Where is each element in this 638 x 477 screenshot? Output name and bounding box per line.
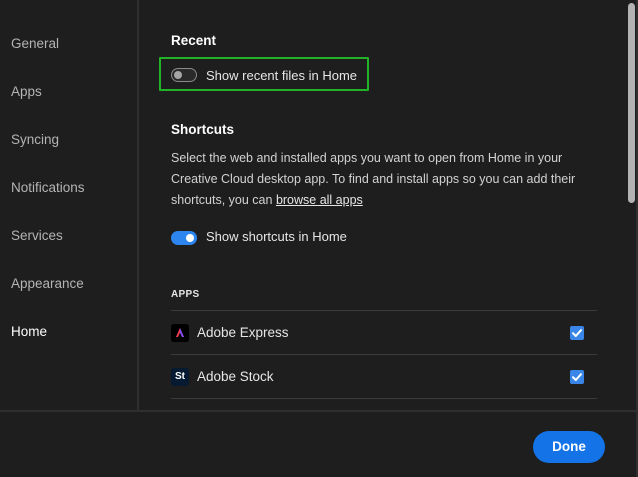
- adobe-express-icon: [171, 324, 189, 342]
- toggle-knob: [186, 234, 194, 242]
- sidebar-item-home[interactable]: Home: [11, 324, 47, 339]
- shortcuts-toggle-label[interactable]: Show shortcuts in Home: [206, 229, 347, 244]
- sidebar-item-apps[interactable]: Apps: [11, 84, 42, 99]
- app-row-adobe-express: Adobe Express: [171, 311, 597, 355]
- sidebar-item-general[interactable]: General: [11, 36, 59, 51]
- checkmark-icon: [572, 329, 582, 337]
- app-name: Adobe Stock: [197, 369, 274, 384]
- shortcuts-toggle[interactable]: [171, 231, 197, 245]
- shortcuts-description-text: Select the web and installed apps you wa…: [171, 151, 576, 207]
- adobe-stock-icon: St: [171, 368, 189, 386]
- main-scrollbar[interactable]: [627, 0, 636, 410]
- recent-files-toggle[interactable]: [171, 68, 197, 82]
- browse-all-apps-link[interactable]: browse all apps: [276, 193, 363, 207]
- shortcuts-description: Select the web and installed apps you wa…: [171, 148, 611, 211]
- sidebar-item-notifications[interactable]: Notifications: [11, 180, 85, 195]
- checkmark-icon: [572, 373, 582, 381]
- app-name: Adobe Express: [197, 325, 289, 340]
- recent-section-title: Recent: [171, 33, 217, 48]
- adobe-stock-checkbox[interactable]: [570, 370, 584, 384]
- sidebar-item-appearance[interactable]: Appearance: [11, 276, 84, 291]
- settings-sidebar: General Apps Syncing Notifications Servi…: [0, 0, 137, 410]
- apps-heading: APPS: [171, 289, 200, 300]
- adobe-express-checkbox[interactable]: [570, 326, 584, 340]
- app-row-adobe-stock: St Adobe Stock: [171, 355, 597, 399]
- sidebar-item-syncing[interactable]: Syncing: [11, 132, 59, 147]
- toggle-knob: [174, 70, 182, 79]
- settings-main-panel: Recent Show recent files in Home Shortcu…: [139, 0, 625, 410]
- done-button[interactable]: Done: [533, 431, 605, 463]
- recent-files-toggle-label[interactable]: Show recent files in Home: [206, 68, 357, 83]
- sidebar-item-services[interactable]: Services: [11, 228, 63, 243]
- scrollbar-thumb[interactable]: [628, 3, 635, 203]
- shortcuts-section-title: Shortcuts: [171, 122, 235, 137]
- row-divider: [171, 398, 597, 399]
- dialog-footer: Done: [0, 410, 638, 477]
